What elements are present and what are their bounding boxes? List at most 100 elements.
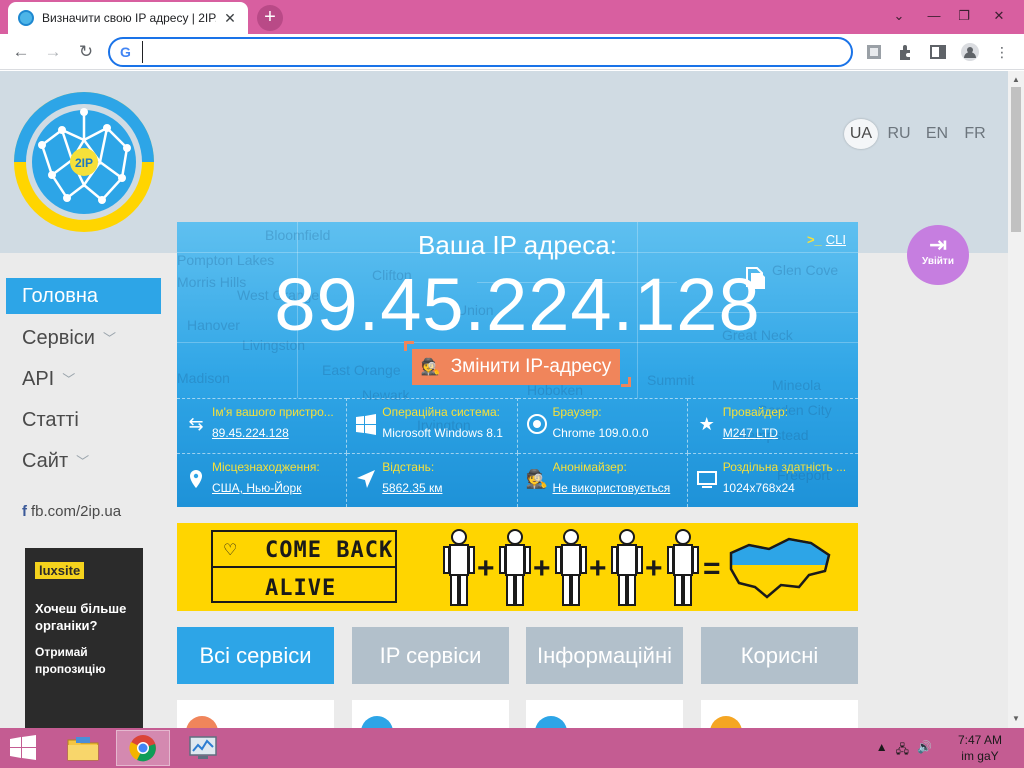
taskbar-file-explorer[interactable]: [56, 730, 110, 766]
service-card[interactable]: [526, 700, 683, 728]
lang-ua[interactable]: UA: [844, 119, 878, 149]
come-back-alive-banner[interactable]: ♡ COME BACK ALIVE + + + + =: [177, 523, 858, 611]
info-value-link[interactable]: M247 LTD: [723, 426, 858, 440]
close-window-button[interactable]: ✕: [985, 4, 1013, 28]
scrollbar-thumb[interactable]: [1011, 87, 1021, 232]
map-place-label: Mineola: [772, 377, 822, 393]
address-bar[interactable]: G: [108, 37, 853, 67]
scroll-up-arrow-icon[interactable]: ▲: [1008, 73, 1024, 87]
login-button[interactable]: ⇥ Увійти: [907, 225, 969, 285]
copy-icon[interactable]: [744, 266, 766, 290]
chevron-down-icon: ﹀: [102, 331, 116, 346]
anonymizer-icon: 🕵: [525, 469, 548, 489]
info-cell-browser: Браузер: Chrome 109.0.0.0: [517, 398, 688, 453]
tray-expand-icon[interactable]: ▲: [876, 740, 888, 761]
tab-useful[interactable]: Корисні: [701, 627, 858, 684]
tab-informational[interactable]: Інформаційні: [526, 627, 683, 684]
cba-divider: [213, 566, 397, 568]
minimize-button[interactable]: —: [920, 4, 948, 28]
facebook-link[interactable]: f fb.com/2ip.ua: [22, 503, 121, 520]
scroll-down-arrow-icon[interactable]: ▼: [1008, 712, 1024, 726]
refresh-icon: ⇆: [188, 414, 204, 434]
nav-item-services[interactable]: Сервіси ﹀: [6, 318, 161, 359]
lang-fr[interactable]: FR: [958, 119, 992, 149]
nav-item-home[interactable]: Головна: [6, 278, 161, 314]
terminal-icon: >_: [806, 232, 822, 247]
soldier-figure: [443, 529, 475, 606]
facebook-icon: f: [22, 503, 27, 520]
profile-avatar-icon[interactable]: [960, 42, 980, 62]
extensions-puzzle-icon[interactable]: [896, 42, 916, 62]
facebook-link-text: fb.com/2ip.ua: [31, 503, 122, 520]
ip-info-panel: Bloomfield Clifton Hanover Livingston Madiso…: [177, 222, 858, 507]
info-value-link[interactable]: США, Нью-Йорк: [212, 481, 346, 495]
cba-line2: ALIVE: [265, 576, 337, 601]
extension-image-icon[interactable]: [864, 42, 884, 62]
service-card[interactable]: [177, 700, 334, 728]
info-value: 1024x768x24: [722, 481, 795, 495]
new-tab-button[interactable]: +: [257, 5, 283, 31]
info-label: Місцезнаходження:: [212, 460, 320, 474]
info-value: Microsoft Windows 8.1: [382, 426, 503, 440]
info-cell-distance: Відстань: 5862.35 км: [347, 453, 518, 507]
lang-en[interactable]: EN: [920, 119, 954, 149]
soldier-figure: [667, 529, 699, 606]
site-logo[interactable]: 2IP: [12, 90, 156, 234]
info-cell-device-name: ⇆ Ім'я вашого пристро... 89.45.224.128: [177, 398, 348, 453]
info-label: Браузер:: [552, 405, 602, 419]
taskbar-chrome[interactable]: [116, 730, 170, 766]
taskbar-clock[interactable]: 7:47 AM im gaY: [958, 732, 1002, 764]
language-switcher: UA RU EN FR: [844, 119, 992, 149]
soldiers-equals-ukraine-illustration: + + + + =: [443, 529, 831, 606]
ad-subline: Отримай пропозицію: [35, 645, 106, 676]
location-pin-icon: [190, 470, 202, 488]
service-card[interactable]: [701, 700, 858, 728]
info-value-link[interactable]: 5862.35 км: [382, 481, 516, 495]
lang-ru[interactable]: RU: [882, 119, 916, 149]
network-icon[interactable]: 🖧: [896, 740, 909, 761]
nav-item-articles[interactable]: Статті: [6, 400, 161, 441]
sidebar-nav: Головна Сервіси ﹀ API ﹀ Статті Сайт ﹀: [6, 278, 161, 482]
info-cell-provider: ★ Провайдер: M247 LTD: [687, 398, 858, 453]
nav-item-label: API: [22, 368, 55, 390]
ad-brand: luxsite: [35, 562, 85, 579]
ad-banner[interactable]: luxsite Хочеш більше органіки? Отримай п…: [25, 548, 143, 728]
map-place-label: Summit: [647, 372, 695, 388]
service-icon: [535, 716, 567, 728]
navigation-arrow-icon: [357, 470, 376, 488]
menu-kebab-icon[interactable]: ⋮: [992, 42, 1012, 62]
service-card[interactable]: [352, 700, 509, 728]
restore-button[interactable]: ❐: [950, 4, 978, 28]
info-cell-anonymizer: 🕵 Анонімайзер: Не використовується: [517, 453, 688, 507]
monitor-app-icon: [189, 736, 217, 759]
nav-item-site[interactable]: Сайт ﹀: [6, 441, 161, 482]
tab-close-icon[interactable]: ✕: [222, 10, 238, 27]
info-cell-os: Операційна система: Microsoft Windows 8.…: [347, 398, 518, 453]
tab-search-icon[interactable]: ⌄: [885, 4, 913, 28]
ad-headline: Хочеш більше органіки?: [35, 601, 127, 633]
windows-start-icon[interactable]: [8, 734, 38, 762]
tab-all-services[interactable]: Всі сервіси: [177, 627, 334, 684]
volume-icon[interactable]: 🔊: [917, 740, 932, 761]
tab-ip-services[interactable]: IP сервіси: [352, 627, 509, 684]
windows-icon: [356, 414, 377, 435]
map-place-label: Madison: [177, 370, 230, 386]
info-value-link[interactable]: 89.45.224.128: [212, 426, 346, 440]
taskbar-resource-monitor[interactable]: [176, 730, 230, 766]
info-cell-location: Місцезнаходження: США, Нью-Йорк: [177, 453, 348, 507]
chrome-icon: [129, 735, 156, 762]
cba-logo: ♡ COME BACK ALIVE: [211, 530, 397, 603]
info-value-link[interactable]: Не використовується: [553, 481, 687, 495]
vertical-scrollbar[interactable]: ▲ ▼: [1008, 71, 1024, 728]
plus-sign: +: [589, 552, 607, 585]
reload-icon[interactable]: ↻: [74, 40, 98, 64]
side-panel-icon[interactable]: [928, 42, 948, 62]
forward-arrow-icon[interactable]: →: [41, 40, 65, 64]
cli-link[interactable]: >_ CLI: [807, 232, 846, 247]
nav-item-api[interactable]: API ﹀: [6, 359, 161, 400]
ukraine-map-icon: [729, 537, 831, 599]
address-input[interactable]: [142, 41, 832, 63]
change-ip-button[interactable]: 🕵 Змінити IP-адресу: [412, 349, 620, 385]
browser-tab[interactable]: Визначити свою IP адресу | 2IP... ✕: [8, 2, 248, 34]
back-arrow-icon[interactable]: ←: [9, 40, 33, 64]
